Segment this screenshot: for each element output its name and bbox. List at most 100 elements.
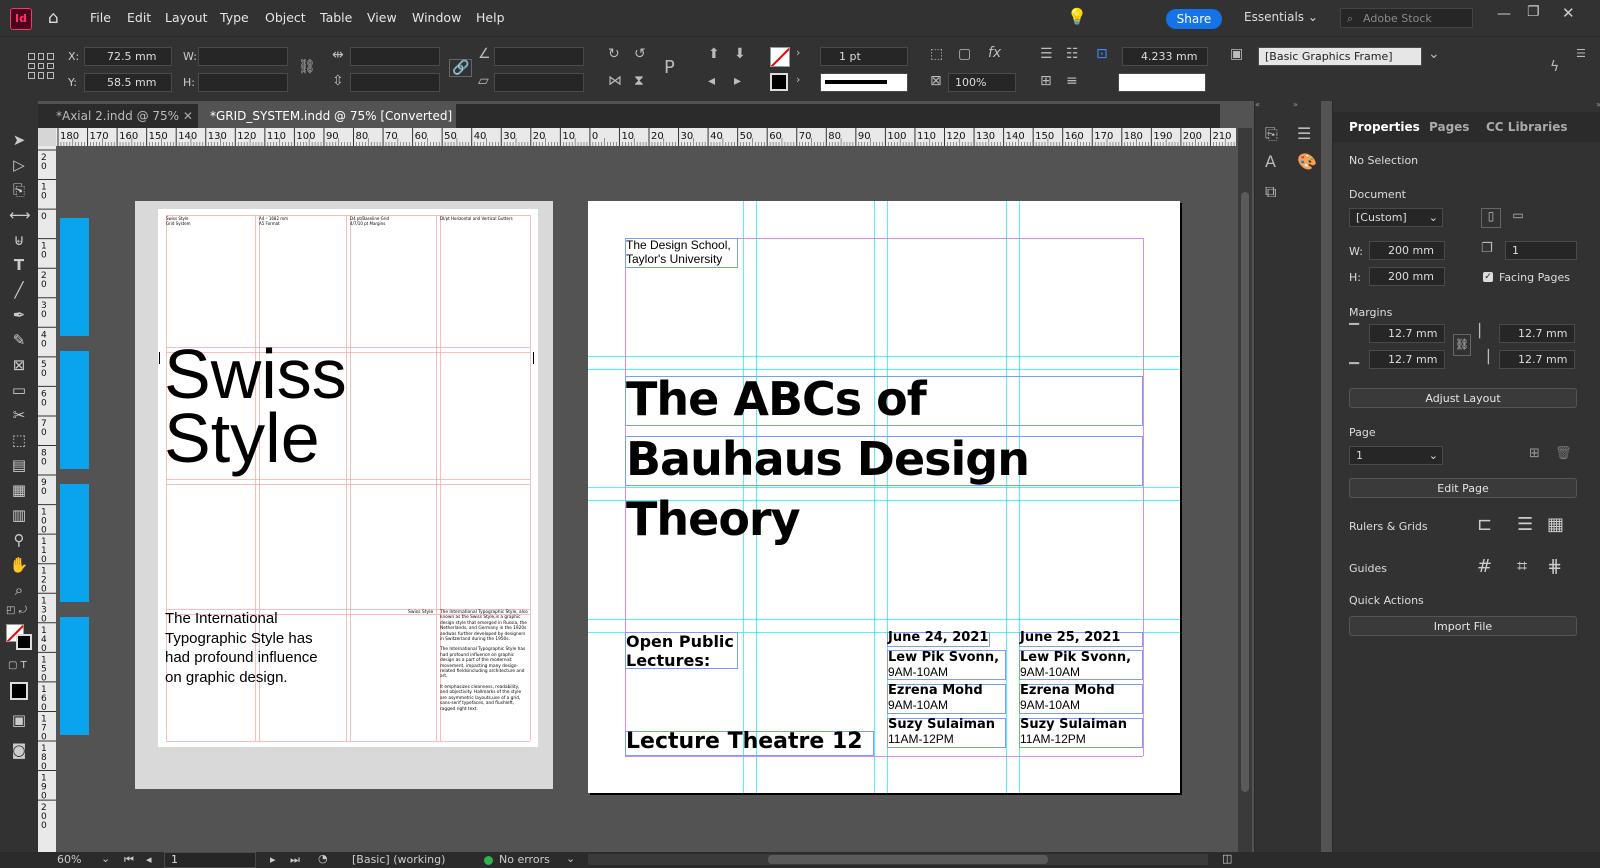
flip-horizontal-icon[interactable]: ⋈ <box>608 73 622 89</box>
rectangle-frame-tool-icon[interactable]: ⊠ <box>9 355 29 375</box>
fill-stroke-icon[interactable] <box>6 624 34 650</box>
select-container-icon[interactable]: ⬆ <box>708 46 720 62</box>
line-tool-icon[interactable]: ╱ <box>9 280 29 300</box>
corner-shape-select[interactable] <box>1118 73 1206 92</box>
rotate-angle-icon[interactable]: ∠ <box>478 46 491 62</box>
page-select[interactable]: 1 ⌄ <box>1349 446 1443 465</box>
preview-mode-icon[interactable]: ◙ <box>9 740 29 760</box>
w-field[interactable] <box>198 47 288 66</box>
stock-search-input[interactable]: ⌕ Adobe Stock <box>1340 8 1473 28</box>
direct-selection-tool-icon[interactable]: ▷ <box>9 155 29 175</box>
home-icon[interactable]: ⌂ <box>48 8 59 28</box>
menu-edit[interactable]: Edit <box>127 10 151 25</box>
frame-handle[interactable] <box>159 352 160 364</box>
close-icon[interactable]: ✕ <box>1562 4 1575 22</box>
tab-cc-libraries[interactable]: CC Libraries <box>1486 120 1567 134</box>
frame-handle[interactable] <box>533 352 534 364</box>
rulers-icon[interactable]: ⊏ <box>1477 514 1492 535</box>
scale-x-field[interactable] <box>350 47 440 66</box>
vertical-scrollbar[interactable] <box>1238 128 1252 852</box>
select-next-icon[interactable]: ▸ <box>734 73 741 89</box>
adjust-layout-button[interactable]: Adjust Layout <box>1349 388 1577 408</box>
rotate-cw-icon[interactable]: ↻ <box>608 46 620 62</box>
y-field[interactable]: 58.5 mm <box>84 73 172 92</box>
opacity-icon[interactable]: ⊠ <box>930 73 942 89</box>
pasteboard-swatch[interactable] <box>60 484 89 602</box>
menu-help[interactable]: Help <box>476 10 505 25</box>
gradient-feather-tool-icon[interactable]: ▦ <box>9 480 29 500</box>
close-tab-icon[interactable]: ✕ <box>183 109 193 123</box>
stroke-arrow-icon[interactable]: › <box>796 73 800 86</box>
preflight-profile[interactable]: [Basic] (working) <box>352 853 445 866</box>
collapse-icon[interactable]: » <box>1333 100 1600 109</box>
horizontal-scrollbar[interactable] <box>588 854 1208 865</box>
side-label[interactable]: Swiss Style <box>408 610 433 615</box>
scissors-tool-icon[interactable]: ✂ <box>9 405 29 425</box>
margin-left-field[interactable]: 12.7 mm <box>1499 324 1575 343</box>
pasteboard-swatch[interactable] <box>60 351 89 469</box>
pen-tool-icon[interactable]: ✒ <box>9 305 29 325</box>
flip-vertical-icon[interactable]: ⧗ <box>634 73 644 89</box>
wrap-around-icon[interactable]: ☷ <box>1066 46 1079 62</box>
workspace-switcher[interactable]: Essentials ⌄ <box>1244 10 1318 24</box>
x-field[interactable]: 72.5 mm <box>84 47 172 66</box>
scale-x-icon[interactable]: ⇹ <box>332 47 344 63</box>
links-icon[interactable]: ⧉ <box>1265 182 1276 202</box>
menu-table[interactable]: Table <box>320 10 352 25</box>
zoom-level[interactable]: 60% <box>57 853 81 866</box>
horizontal-ruler[interactable]: 180 170 160 150 140 130 120 110 100 90 80 70 60 50 40 3… <box>56 128 1236 146</box>
left-page-spread[interactable]: Swiss Style Grid System A4 – 1682 mm A5 … <box>135 201 553 789</box>
grid-meta-3[interactable]: D4 pt/Baseline Grid 4/7/10 pt Margins <box>350 216 435 226</box>
previous-page-icon[interactable]: ◂ <box>146 853 152 866</box>
tab-pages[interactable]: Pages <box>1429 120 1469 134</box>
open-lectures-text[interactable]: Open Public Lectures: <box>626 632 734 670</box>
pencil-tool-icon[interactable]: ✎ <box>9 330 29 350</box>
quick-apply-icon[interactable]: ϟ <box>1550 59 1559 75</box>
character-styles-icon[interactable]: A <box>1265 152 1276 171</box>
last-page-icon[interactable]: ⏭ <box>290 853 300 867</box>
minimize-icon[interactable]: — <box>1497 6 1511 22</box>
zoom-tool-icon[interactable]: ⌕ <box>9 580 29 600</box>
gradient-swatch-tool-icon[interactable]: ▤ <box>9 455 29 475</box>
chevron-down-icon[interactable]: ⌄ <box>1428 46 1440 62</box>
vertical-ruler[interactable]: 2010010203040506070809010011012013014015… <box>38 146 56 852</box>
chevron-down-icon[interactable]: ⌄ <box>566 852 575 865</box>
baseline-grid-icon[interactable]: ☰ <box>1517 514 1533 535</box>
venue-text[interactable]: Lecture Theatre 12 <box>626 729 863 755</box>
align-center-icon[interactable]: ≡ <box>1066 73 1078 89</box>
tab-grid-system[interactable]: *GRID_SYSTEM.indd @ 75% [Converted] ✕ <box>198 104 456 147</box>
facing-pages-checkbox[interactable]: ✓ <box>1483 272 1493 282</box>
document-grid-icon[interactable]: ▦ <box>1547 514 1564 535</box>
first-page-icon[interactable]: ⏮ <box>124 853 134 867</box>
lock-guides-icon[interactable]: ⌗ <box>1517 556 1527 577</box>
chevron-down-icon[interactable]: ⌄ <box>101 852 110 865</box>
fill-swatch[interactable] <box>770 47 790 67</box>
type-tool-icon[interactable]: T <box>9 255 29 275</box>
grid-meta-2[interactable]: A4 – 1682 mm A5 Format <box>259 216 344 226</box>
default-colors-icon[interactable]: ◰ ⤾ <box>6 605 27 616</box>
lightbulb-icon[interactable]: 💡 <box>1067 7 1087 26</box>
split-view-icon[interactable]: ◫ <box>1222 852 1232 865</box>
selection-tool-icon[interactable]: ➤ <box>9 130 29 150</box>
reference-point-icon[interactable] <box>28 53 54 79</box>
page-number-field[interactable]: 1 <box>164 852 256 868</box>
open-page-icon[interactable]: ◔ <box>318 852 328 865</box>
fit-frame-icon[interactable]: ⬚ <box>930 46 943 62</box>
scale-y-field[interactable] <box>350 73 440 92</box>
fit-content-icon[interactable]: ▢ <box>958 46 971 62</box>
object-style-icon[interactable]: ▣ <box>1230 46 1243 62</box>
share-button[interactable]: Share <box>1166 9 1222 29</box>
eyedropper-tool-icon[interactable]: ⚲ <box>9 530 29 550</box>
collapse-icon[interactable]: « » <box>1255 100 1321 109</box>
pages-panel-icon[interactable]: ⎘ <box>1265 124 1278 144</box>
menu-view[interactable]: View <box>367 10 397 25</box>
rectangle-tool-icon[interactable]: ▭ <box>9 380 29 400</box>
swatches-icon[interactable]: 🎨 <box>1297 152 1317 171</box>
type-on-path-icon[interactable]: P <box>664 57 675 78</box>
scroll-thumb[interactable] <box>1241 192 1249 792</box>
link-margins-icon[interactable]: ⛓ <box>1453 334 1471 356</box>
doc-height-field[interactable]: 200 mm <box>1369 267 1445 286</box>
menu-object[interactable]: Object <box>265 10 306 25</box>
shear-angle-icon[interactable]: ▱ <box>478 73 489 89</box>
h-field[interactable] <box>198 73 288 92</box>
